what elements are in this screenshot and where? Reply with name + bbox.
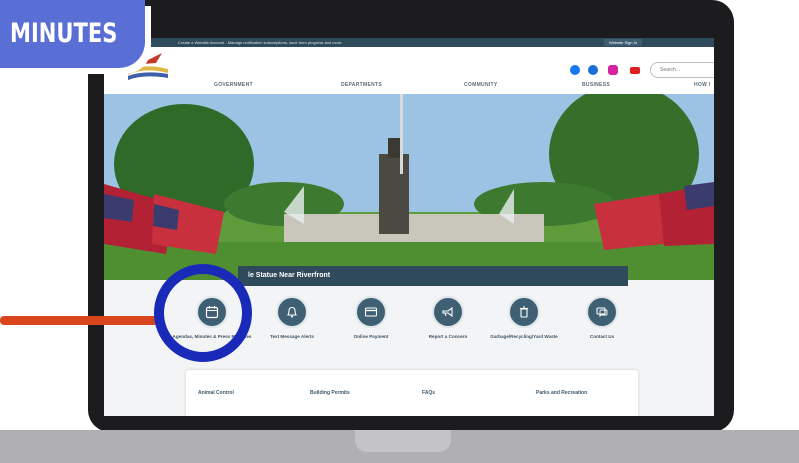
youtube-icon[interactable] bbox=[630, 67, 640, 74]
minutes-badge: MINUTES bbox=[0, 0, 145, 68]
quick-link-label: Report a Concern bbox=[428, 334, 468, 339]
laptop-notch bbox=[355, 430, 451, 452]
link-animal-control[interactable]: Animal Control bbox=[198, 390, 234, 396]
chat-icon bbox=[586, 296, 618, 328]
quick-link-contact[interactable]: Contact Us bbox=[562, 296, 642, 340]
quick-link-report-concern[interactable]: Report a Concern bbox=[408, 296, 488, 340]
top-utility-bar: Create a Website Account - Manage notifi… bbox=[104, 38, 714, 47]
megaphone-icon bbox=[432, 296, 464, 328]
highlight-ring bbox=[154, 264, 252, 362]
quick-link-label: Garbage/Recycling/Yard Waste bbox=[490, 334, 558, 339]
quick-link-label: Online Payment bbox=[353, 334, 389, 339]
hero-image bbox=[104, 94, 714, 280]
quick-link-online-payment[interactable]: Online Payment bbox=[331, 296, 411, 340]
quick-link-garbage[interactable]: Garbage/Recycling/Yard Waste bbox=[484, 296, 564, 340]
instagram-icon[interactable] bbox=[608, 65, 618, 75]
department-links-card: Animal Control Building Permits FAQs Par… bbox=[186, 370, 638, 416]
quick-link-label: Contact Us bbox=[589, 334, 615, 339]
sign-in-button[interactable]: Website Sign In bbox=[604, 39, 642, 46]
badge-label: MINUTES bbox=[10, 18, 118, 49]
nav-community[interactable]: COMMUNITY bbox=[464, 82, 498, 88]
quick-link-label: Text Message Alerts bbox=[270, 334, 314, 339]
header: Search... bbox=[104, 47, 714, 94]
pointer-line bbox=[0, 316, 158, 325]
park-flags-photo bbox=[104, 94, 714, 280]
link-faqs[interactable]: FAQs bbox=[422, 390, 435, 396]
nav-departments[interactable]: DEPARTMENTS bbox=[341, 82, 382, 88]
nav-how-do-i[interactable]: HOW I bbox=[694, 82, 711, 88]
link-parks-recreation[interactable]: Parks and Recreation bbox=[536, 390, 587, 396]
account-note[interactable]: Create a Website Account - Manage notifi… bbox=[178, 40, 342, 45]
credit-card-icon bbox=[355, 296, 387, 328]
hero-caption: le Statue Near Riverfront bbox=[238, 266, 628, 286]
bell-icon bbox=[276, 296, 308, 328]
nav-business[interactable]: BUSINESS bbox=[582, 82, 610, 88]
nav-government[interactable]: GOVERNMENT bbox=[214, 82, 253, 88]
trash-icon bbox=[508, 296, 540, 328]
twitter-icon[interactable] bbox=[588, 65, 598, 75]
quick-link-text-alerts[interactable]: Text Message Alerts bbox=[252, 296, 332, 340]
search-input[interactable]: Search... bbox=[650, 62, 714, 78]
link-building-permits[interactable]: Building Permits bbox=[310, 390, 350, 396]
facebook-icon[interactable] bbox=[570, 65, 580, 75]
